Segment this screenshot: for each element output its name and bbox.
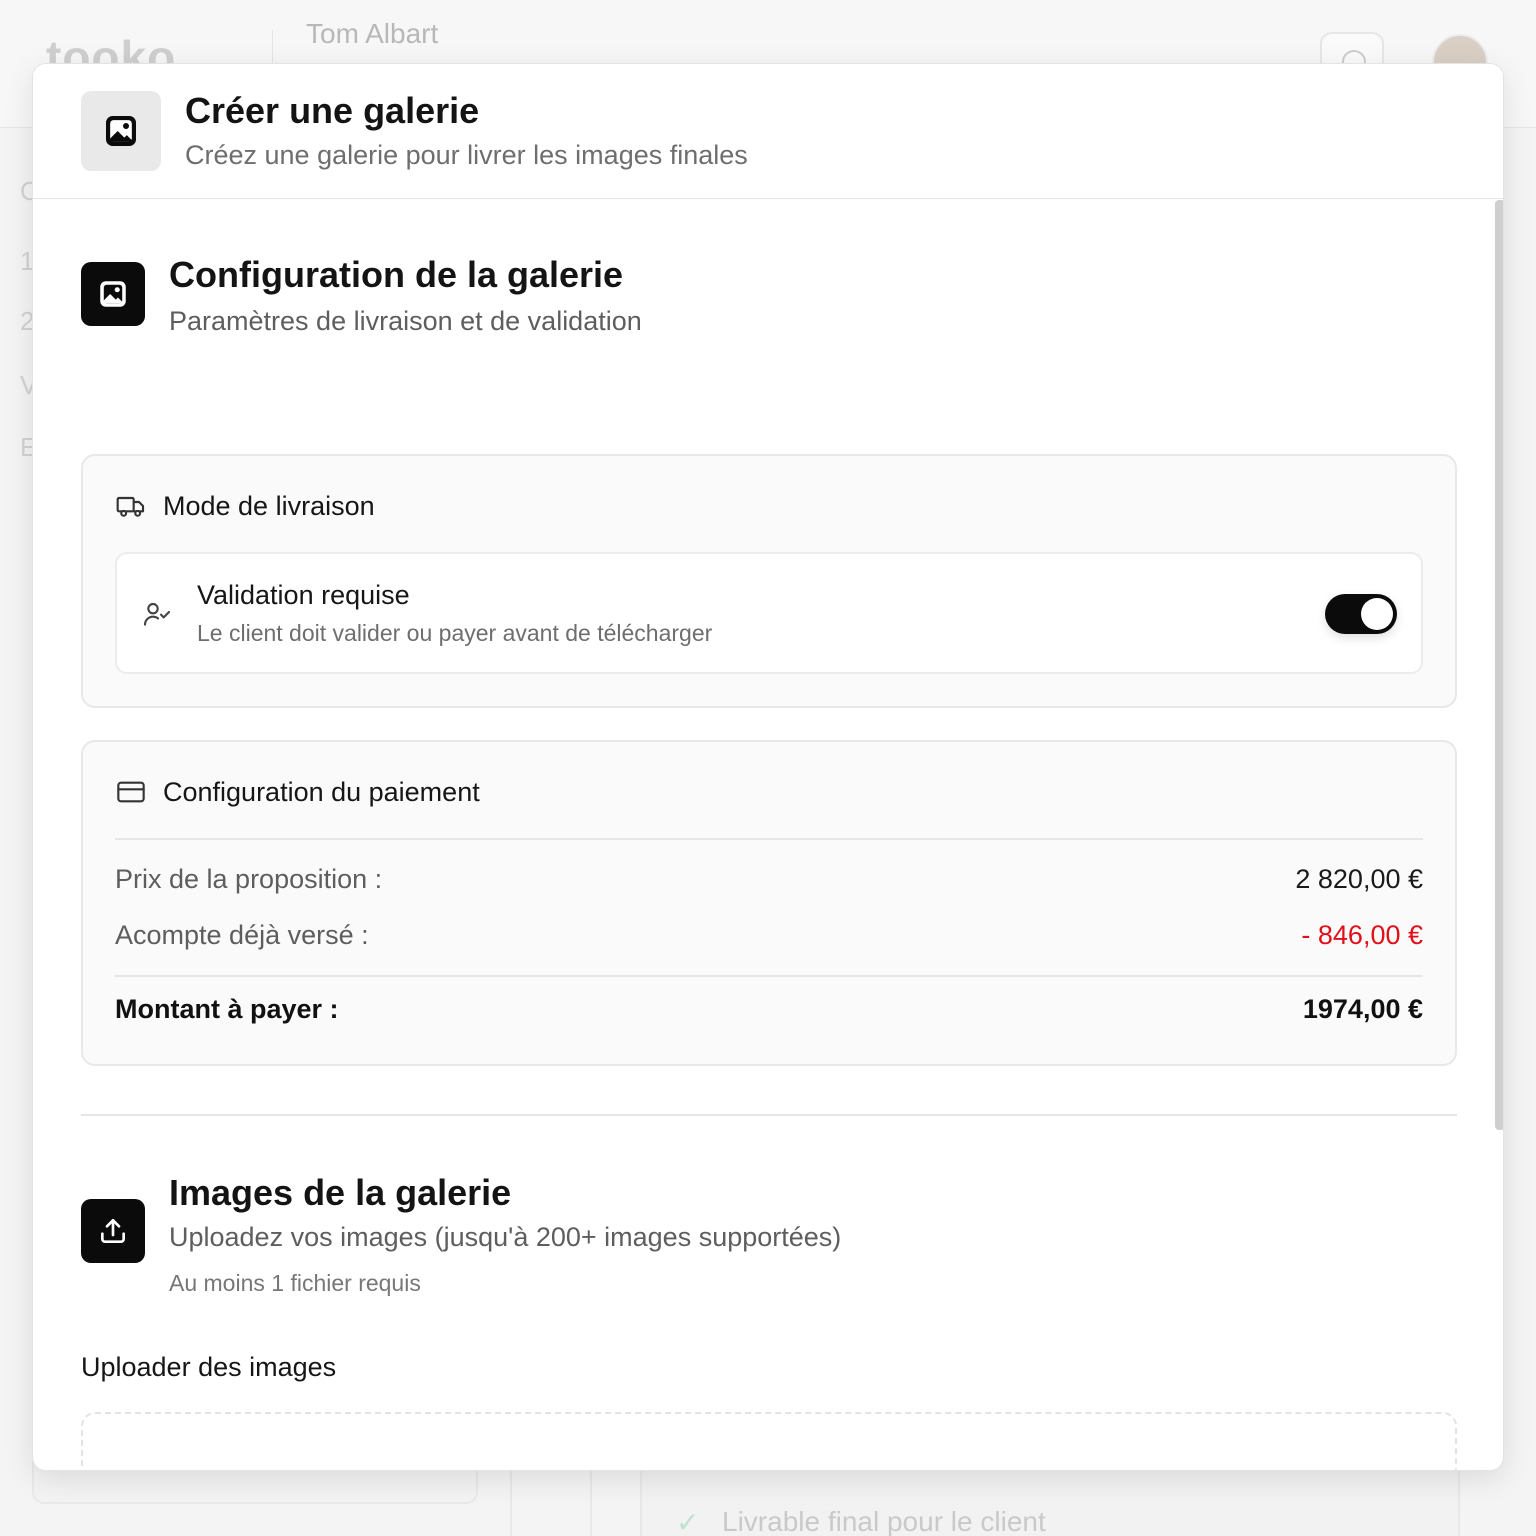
delivery-mode-heading: Mode de livraison	[163, 490, 375, 521]
check-icon: ✓	[676, 1507, 700, 1536]
validation-required-toggle[interactable]	[1325, 594, 1397, 634]
modal-title: Créer une galerie	[185, 90, 480, 131]
header-user-name: Tom Albart	[306, 18, 439, 49]
deposit-label: Acompte déjà versé :	[115, 920, 369, 950]
delivery-mode-header: Mode de livraison	[115, 490, 375, 522]
payment-divider	[115, 838, 1423, 840]
payment-config-heading: Configuration du paiement	[163, 776, 480, 807]
gallery-config-title: Configuration de la galerie	[169, 254, 624, 295]
gallery-images-title: Images de la galerie	[169, 1172, 512, 1213]
proposal-price-row: Prix de la proposition : 2 820,00 €	[115, 864, 1423, 895]
credit-card-icon	[117, 781, 145, 803]
deposit-row: Acompte déjà versé : - 846,00 €	[115, 920, 1423, 951]
validation-required-row[interactable]: Validation requise Le client doit valide…	[115, 552, 1423, 674]
section-divider	[81, 1114, 1457, 1116]
image-dropzone[interactable]	[81, 1412, 1457, 1470]
gallery-images-requirement: Au moins 1 fichier requis	[169, 1270, 421, 1296]
total-due-label: Montant à payer :	[115, 994, 339, 1024]
validation-required-description: Le client doit valider ou payer avant de…	[197, 620, 713, 646]
payment-config-card: Configuration du paiement Prix de la pro…	[81, 740, 1457, 1066]
user-check-icon	[143, 602, 171, 626]
truck-icon	[116, 496, 145, 517]
gallery-config-subtitle: Paramètres de livraison et de validation	[169, 306, 642, 336]
toggle-knob	[1361, 598, 1393, 630]
gallery-config-icon-box	[81, 262, 145, 326]
deposit-value: - 846,00 €	[1301, 920, 1423, 950]
total-due-row: Montant à payer : 1974,00 €	[115, 994, 1423, 1025]
create-gallery-modal: Créer une galerie Créez une galerie pour…	[32, 63, 1504, 1471]
proposal-price-label: Prix de la proposition :	[115, 864, 383, 894]
image-icon	[106, 116, 136, 146]
delivery-mode-card: Mode de livraison Validation requise Le …	[81, 454, 1457, 708]
gallery-images-subtitle: Uploadez vos images (jusqu'à 200+ images…	[169, 1222, 842, 1252]
modal-subtitle: Créez une galerie pour livrer les images…	[185, 140, 748, 170]
modal-header-icon-box	[81, 91, 161, 171]
background-checklist-item: Livrable final pour le client	[722, 1506, 1046, 1536]
total-due-value: 1974,00 €	[1302, 994, 1423, 1024]
validation-required-title: Validation requise	[197, 580, 410, 610]
upload-icon	[101, 1219, 125, 1243]
gallery-images-icon-box	[81, 1199, 145, 1263]
payment-divider	[115, 975, 1423, 977]
proposal-price-value: 2 820,00 €	[1295, 864, 1423, 894]
modal-body[interactable]: Configuration de la galerie Paramètres d…	[33, 200, 1503, 1470]
modal-scrollbar[interactable]	[1495, 200, 1503, 1130]
image-icon	[100, 281, 126, 307]
payment-config-header: Configuration du paiement	[115, 776, 480, 808]
upload-images-label: Uploader des images	[81, 1352, 337, 1382]
modal-header: Créer une galerie Créez une galerie pour…	[33, 64, 1503, 199]
